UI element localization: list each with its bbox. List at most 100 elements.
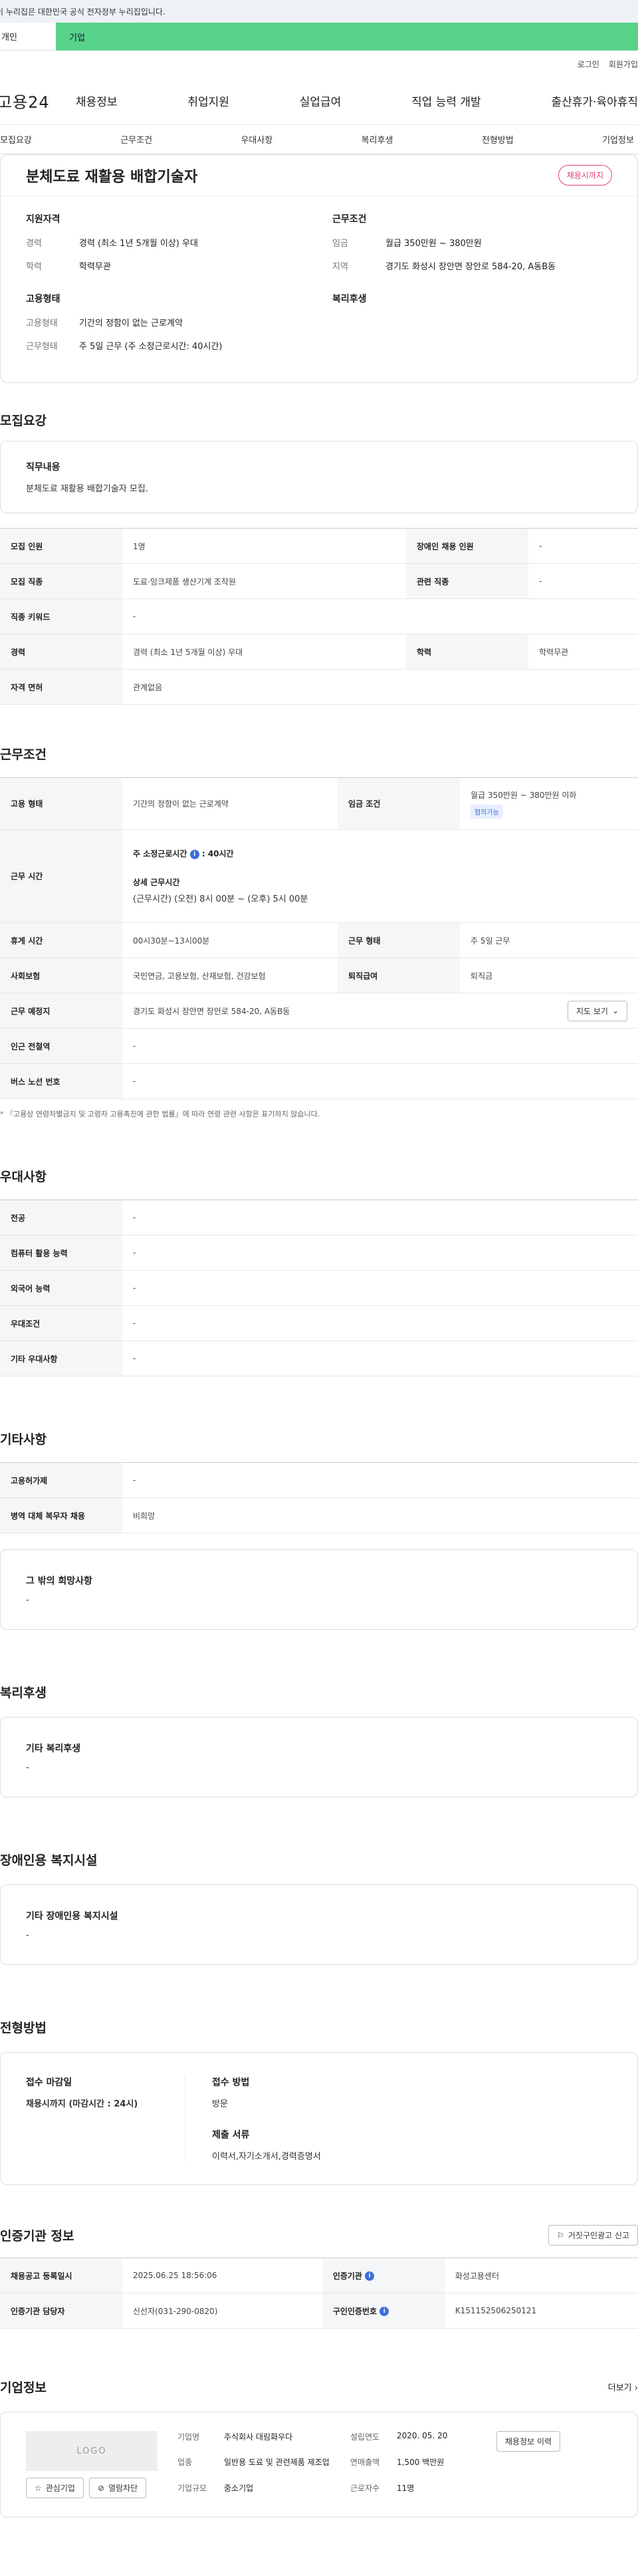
table-row: 채용공고 등록일시 2025.06.25 18:56:06 인증기관 i 화성고용센터 bbox=[0, 2257, 638, 2293]
map-button-label: 지도 보기 bbox=[576, 1006, 608, 1016]
duty-title: 직무내용 bbox=[26, 462, 60, 473]
summary-value: 경기도 화성시 장안면 장안로 584-20, A동B동 bbox=[385, 262, 556, 272]
global-nav: 고용24 채용정보 취업지원 실업급여 직업 능력 개발 출산휴가·육아휴직 bbox=[0, 77, 638, 125]
subnav-company[interactable]: 기업정보 bbox=[602, 133, 634, 146]
table-row: 고용허가제 - bbox=[0, 1462, 638, 1498]
cell-key: 근무 시간 bbox=[0, 829, 122, 923]
login-link[interactable]: 로그인 bbox=[578, 59, 599, 70]
report-button[interactable]: ⚐ 거짓구인광고 신고 bbox=[548, 2225, 638, 2246]
section-subnav: 모집요강 근무조건 우대사항 복리후생 전형방법 기업정보 bbox=[0, 125, 638, 154]
utility-links: 로그인 회원가입 bbox=[0, 51, 638, 77]
subnav-welfare[interactable]: 복리후생 bbox=[362, 133, 393, 146]
wage-value: 월급 350만원 ~ 380만원 이하 bbox=[471, 790, 577, 800]
cell-key: 장애인 채용 인원 bbox=[406, 528, 529, 564]
section-title-pref: 우대사항 bbox=[0, 1170, 47, 1184]
cell-key: 자격 면허 bbox=[0, 669, 122, 705]
summary-grid: 지원자격 경력 경력 (최소 1년 5개월 이상) 우대 학력 학력무관 근무조건 … bbox=[26, 196, 612, 362]
info-icon[interactable]: i bbox=[189, 849, 199, 859]
etc-table: 고용허가제 - 병역 대체 복무자 채용 비희망 bbox=[0, 1462, 638, 1533]
block-button[interactable]: ⊘ 열람차단 bbox=[88, 2478, 147, 2498]
cell-key: 근무 예정지 bbox=[0, 993, 122, 1029]
tab-enterprise[interactable]: 기업 bbox=[56, 23, 638, 51]
cell-value: 경력 (최소 1년 5개월 이상) 우대 bbox=[122, 634, 407, 670]
deadline-block: 접수 마감일 채용시까지 (마감시간 : 24시) bbox=[26, 2075, 185, 2162]
summary-key: 학력 bbox=[26, 262, 42, 272]
more-link[interactable]: 더보기 › bbox=[608, 2381, 638, 2393]
welfare-box: 기타 복리후생 - bbox=[0, 1717, 638, 1797]
tab-individual[interactable]: 개인 bbox=[0, 23, 56, 51]
cell-key: 병역 대체 복무자 채용 bbox=[0, 1497, 122, 1533]
summary-heading: 고용형태 bbox=[26, 294, 60, 305]
weekly-hours: 주 소정근로시간 i : 40시간 bbox=[133, 849, 234, 859]
summary-row: 임금 월급 350만원 ~ 380만원 bbox=[332, 236, 612, 249]
table-row: 근무 시간 주 소정근로시간 i : 40시간 상세 근무시간 (근무시간) (… bbox=[0, 829, 638, 923]
cell-key: 사회보험 bbox=[0, 958, 122, 993]
info-icon[interactable]: i bbox=[365, 2271, 375, 2281]
site-logo[interactable]: 고용24 bbox=[0, 89, 76, 112]
etc-box-text: - bbox=[26, 1595, 29, 1605]
cell-value: - bbox=[122, 1341, 638, 1376]
section-title-recruit: 모집요강 bbox=[0, 414, 47, 428]
process-box: 접수 마감일 채용시까지 (마감시간 : 24시) 접수 방법 방문 제출 서류… bbox=[0, 2052, 638, 2185]
cell-value: 신선자(031-290-0820) bbox=[122, 2293, 322, 2329]
info-value: 일반용 도료 및 관련제품 제조업 bbox=[224, 2458, 330, 2468]
method-label: 접수 방법 bbox=[212, 2077, 250, 2088]
gnb-item-leave[interactable]: 출산휴가·육아휴직 bbox=[551, 92, 638, 109]
info-icon[interactable]: i bbox=[379, 2307, 389, 2316]
deadline-value: 채용시까지 (마감시간 : 24시) bbox=[26, 2099, 138, 2109]
place-cell: 경기도 화성시 장안면 장안로 584-20, A동B동 지도 보기 ⌄ bbox=[122, 993, 638, 1029]
subnav-process[interactable]: 전형방법 bbox=[482, 133, 514, 146]
gnb-item-support[interactable]: 취업지원 bbox=[187, 92, 229, 109]
etc-box: 그 밖의 희망사항 - bbox=[0, 1549, 638, 1630]
hours-detail-title: 상세 근무시간 bbox=[133, 878, 180, 887]
subnav-pref[interactable]: 우대사항 bbox=[241, 133, 272, 146]
gnb-menu: 채용정보 취업지원 실업급여 직업 능력 개발 출산휴가·육아휴직 bbox=[76, 92, 638, 109]
section-title-agency: 인증기관 정보 bbox=[0, 2229, 74, 2244]
gnb-item-jobs[interactable]: 채용정보 bbox=[76, 92, 118, 109]
table-row: 사회보험 국민연금, 고용보험, 산재보험, 건강보험 퇴직급여 퇴직금 bbox=[0, 958, 638, 993]
block-icon: ⊘ bbox=[97, 2483, 104, 2493]
user-type-tabs: 개인 기업 bbox=[0, 23, 638, 51]
age-note: * 『고용상 연령차별금지 및 고령자 고용촉진에 관한 법률』에 따라 연령 … bbox=[0, 1110, 320, 1118]
summary-key: 근무형태 bbox=[26, 342, 58, 352]
agency-key: 인증기관 i bbox=[322, 2257, 445, 2293]
cell-key: 기타 우대사항 bbox=[0, 1341, 122, 1376]
table-row: 우대조건 - bbox=[0, 1305, 638, 1341]
cell-value: 비희망 bbox=[122, 1497, 638, 1533]
section-title-work: 근무조건 bbox=[0, 747, 47, 762]
map-button[interactable]: 지도 보기 ⌄ bbox=[567, 1000, 627, 1021]
weekly-hours-value: 40시간 bbox=[207, 849, 234, 858]
gnb-item-benefit[interactable]: 실업급여 bbox=[300, 92, 342, 109]
cell-value: - bbox=[122, 598, 638, 634]
cell-value: 00시30분~13시00분 bbox=[122, 922, 338, 958]
info-value: 1,500 백만원 bbox=[397, 2458, 445, 2468]
subnav-recruit[interactable]: 모집요강 bbox=[0, 133, 32, 146]
etc-box-title: 그 밖의 희망사항 bbox=[26, 1576, 92, 1587]
section-title-welfare: 복리후생 bbox=[0, 1686, 47, 1700]
cell-value: - bbox=[122, 1305, 638, 1341]
cell-value: 화성고용센터 bbox=[444, 2257, 638, 2293]
cell-value: - bbox=[122, 1200, 638, 1235]
cell-value: 기간의 정함이 없는 근로계약 bbox=[122, 777, 338, 830]
chevron-down-icon: ⌄ bbox=[611, 1006, 619, 1015]
join-link[interactable]: 회원가입 bbox=[609, 59, 638, 70]
summary-row: 학력 학력무관 bbox=[26, 259, 306, 272]
job-summary-card: 분체도료 재활용 배합기술자 채용시까지 지원자격 경력 경력 (최소 1년 5개… bbox=[0, 154, 638, 383]
summary-heading: 근무조건 bbox=[332, 214, 367, 225]
table-row: 모집 직종 도료·잉크제품 생산기계 조작원 관련 직종 - bbox=[0, 563, 638, 599]
hours-detail: (근무시간) (오전) 8시 00분 ~ (오후) 5시 00분 bbox=[133, 894, 308, 904]
favorite-button[interactable]: ☆ 관심기업 bbox=[26, 2478, 84, 2498]
cell-value: 1명 bbox=[122, 528, 407, 564]
history-button[interactable]: 채용정보 이력 bbox=[496, 2431, 561, 2452]
summary-row: 지역 경기도 화성시 장안면 장안로 584-20, A동B동 bbox=[332, 259, 612, 272]
cell-value: 2025.06.25 18:56:06 bbox=[122, 2257, 322, 2293]
cert-key-label: 구인인증번호 bbox=[332, 2306, 377, 2316]
docs-label: 제출 서류 bbox=[212, 2130, 250, 2140]
cell-key: 인근 전철역 bbox=[0, 1028, 122, 1064]
subnav-work[interactable]: 근무조건 bbox=[120, 133, 152, 146]
megaphone-icon: ⚐ bbox=[557, 2230, 564, 2240]
cell-key: 휴게 시간 bbox=[0, 922, 122, 958]
cell-key: 우대조건 bbox=[0, 1305, 122, 1341]
gnb-item-training[interactable]: 직업 능력 개발 bbox=[411, 92, 481, 109]
table-row: 직종 키워드 - bbox=[0, 598, 638, 634]
